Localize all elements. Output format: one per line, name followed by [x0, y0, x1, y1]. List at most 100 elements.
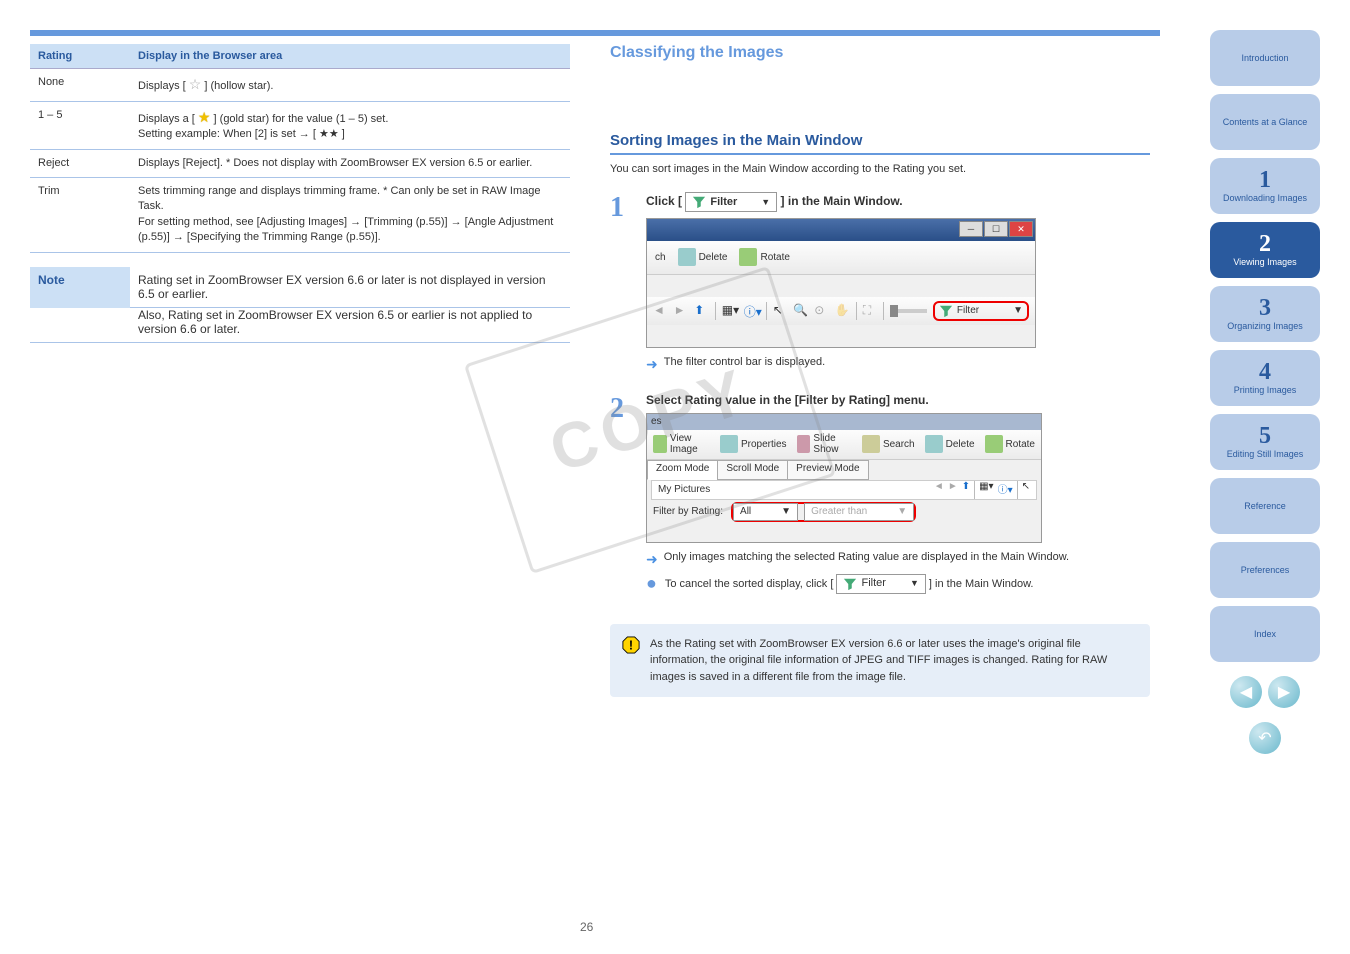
view-icon[interactable]: ▦▾	[979, 481, 993, 499]
side-navigation: Introduction Contents at a Glance 1Downl…	[1210, 30, 1320, 754]
path-bar: My Pictures ◄ ► ⬆ ▦▾ ⓘ▾ ↖	[651, 480, 1037, 500]
nav-chapter-3[interactable]: 3Organizing Images	[1210, 286, 1320, 342]
chevron-down-icon: ▼	[761, 197, 770, 207]
filter-dropdown-highlighted[interactable]: Filter ▼	[933, 301, 1029, 321]
maximize-button[interactable]: ☐	[984, 221, 1008, 237]
rating-cell: Reject	[30, 149, 130, 177]
nav-chapter-5[interactable]: 5Editing Still Images	[1210, 414, 1320, 470]
trash-icon	[678, 248, 696, 266]
delete-button[interactable]: Delete	[925, 435, 975, 453]
nav-reference[interactable]: Reference	[1210, 478, 1320, 534]
zoom-select-icon[interactable]: ⊙	[814, 303, 829, 319]
step-1-title: Click [ Filter ▼ ] in the Main Window.	[646, 192, 1150, 212]
delete-button[interactable]: Delete	[678, 248, 728, 266]
search-button[interactable]: Search	[862, 435, 915, 453]
close-button[interactable]: ✕	[1009, 221, 1033, 237]
view-icon[interactable]: ▦▾	[722, 303, 738, 319]
rating-value-dropdown[interactable]: All▼	[733, 503, 798, 521]
rotate-icon	[985, 435, 1003, 453]
rotate-button[interactable]: Rotate	[739, 248, 789, 266]
ratings-table: Rating Display in the Browser area None …	[30, 44, 570, 253]
table-header-rating: Rating	[30, 44, 130, 69]
filter-dropdown-inline: Filter ▼	[836, 574, 925, 594]
toolbar: ch Delete Rotate	[647, 241, 1035, 275]
pointer-icon[interactable]: ↖	[773, 303, 788, 319]
page-content: Rating Display in the Browser area None …	[30, 30, 1160, 697]
bullet-icon: ●	[646, 574, 657, 594]
nav-introduction[interactable]: Introduction	[1210, 30, 1320, 86]
step-2-title: Select Rating value in the [Filter by Ra…	[646, 393, 1150, 407]
slideshow-button[interactable]: Slide Show	[797, 433, 852, 455]
tab-scroll-mode[interactable]: Scroll Mode	[717, 460, 788, 480]
nav-contents[interactable]: Contents at a Glance	[1210, 94, 1320, 150]
mode-tabs: Zoom Mode Scroll Mode Preview Mode	[647, 460, 1041, 480]
tab-zoom-mode[interactable]: Zoom Mode	[647, 460, 718, 480]
chevron-down-icon: ▼	[781, 506, 791, 517]
rating-cell: None	[30, 69, 130, 102]
desc-cell: Displays [Reject]. * Does not display wi…	[130, 149, 570, 177]
nav-preferences[interactable]: Preferences	[1210, 542, 1320, 598]
nav-chapter-1[interactable]: 1Downloading Images	[1210, 158, 1320, 214]
prev-page-button[interactable]: ◀	[1230, 676, 1262, 708]
rating-cell: Trim	[30, 177, 130, 252]
filter-dropdown-inline: Filter ▼	[685, 192, 777, 212]
info-icon[interactable]: ⓘ▾	[744, 303, 760, 319]
columns: Rating Display in the Browser area None …	[30, 44, 1160, 697]
left-column: Rating Display in the Browser area None …	[30, 44, 570, 697]
table-header-desc: Display in the Browser area	[130, 44, 570, 69]
forward-icon[interactable]: ►	[674, 303, 689, 319]
rotate-button[interactable]: Rotate	[985, 435, 1035, 453]
header-bar	[30, 30, 1160, 36]
hand-icon[interactable]: ✋	[835, 303, 850, 319]
info-icon[interactable]: ⓘ▾	[998, 481, 1013, 499]
section-title: Sorting Images in the Main Window	[610, 132, 1150, 155]
pointer-icon[interactable]: ↖	[1022, 481, 1030, 499]
image-icon	[653, 435, 667, 453]
tab-preview-mode[interactable]: Preview Mode	[787, 460, 868, 480]
note-text: Rating set in ZoomBrowser EX version 6.6…	[130, 267, 570, 308]
next-page-button[interactable]: ▶	[1268, 676, 1300, 708]
search-icon	[862, 435, 880, 453]
funnel-icon	[939, 304, 953, 318]
svg-text:!: !	[629, 638, 633, 652]
view-image-button[interactable]: View Image	[653, 433, 710, 455]
properties-button[interactable]: Properties	[720, 435, 787, 453]
zoom-icon[interactable]: 🔍	[793, 303, 808, 319]
arrow-right-icon: ➜	[646, 551, 658, 568]
filter-by-rating-label: Filter by Rating:	[653, 506, 723, 517]
table-row: Reject Displays [Reject]. * Does not dis…	[30, 149, 570, 177]
funnel-icon	[692, 195, 706, 209]
back-icon[interactable]: ◄	[653, 303, 668, 319]
nav-chapter-2[interactable]: 2Viewing Images	[1210, 222, 1320, 278]
desc-cell: Displays [ ☆ ] (hollow star).	[130, 69, 570, 102]
chevron-down-icon: ▼	[897, 506, 907, 517]
up-icon[interactable]: ⬆	[962, 481, 970, 499]
control-bar: ◄ ► ⬆ ▦▾ ⓘ▾ ↖ 🔍 ⊙ ✋ ⛶	[647, 297, 1035, 325]
back-button[interactable]: ↶	[1249, 722, 1281, 754]
nav-chapter-4[interactable]: 4Printing Images	[1210, 350, 1320, 406]
table-row: Trim Sets trimming range and displays tr…	[30, 177, 570, 252]
slideshow-icon	[797, 435, 811, 453]
up-icon[interactable]: ⬆	[694, 303, 709, 319]
result-arrow-1: ➜ The filter control bar is displayed.	[646, 356, 1150, 373]
zoom-slider[interactable]	[890, 309, 927, 313]
result-arrow-2: ➜ Only images matching the selected Rati…	[646, 551, 1150, 568]
nav-index[interactable]: Index	[1210, 606, 1320, 662]
warning-box: ! As the Rating set with ZoomBrowser EX …	[610, 624, 1150, 698]
comparison-dropdown[interactable]: Greater than▼	[804, 503, 914, 521]
star-outline-icon: ☆	[189, 76, 202, 92]
right-column: Classifying the Images Sorting Images in…	[610, 44, 1150, 697]
toolbar: View Image Properties Slide Show Search …	[647, 430, 1041, 460]
chevron-down-icon: ▼	[910, 577, 919, 591]
desc-cell: Displays a [ ★ ] (gold star) for the val…	[130, 101, 570, 149]
minimize-button[interactable]: ─	[959, 221, 983, 237]
fit-icon[interactable]: ⛶	[863, 303, 878, 319]
path-text: My Pictures	[658, 484, 710, 495]
forward-icon[interactable]: ►	[948, 481, 958, 499]
section-description: You can sort images in the Main Window a…	[610, 161, 1150, 178]
funnel-icon	[843, 577, 857, 591]
filter-row: Filter by Rating: All▼ Greater than▼	[647, 500, 1041, 524]
window-titlebar: es	[647, 414, 1041, 430]
back-icon[interactable]: ◄	[934, 481, 944, 499]
note-label: Note	[30, 267, 130, 308]
